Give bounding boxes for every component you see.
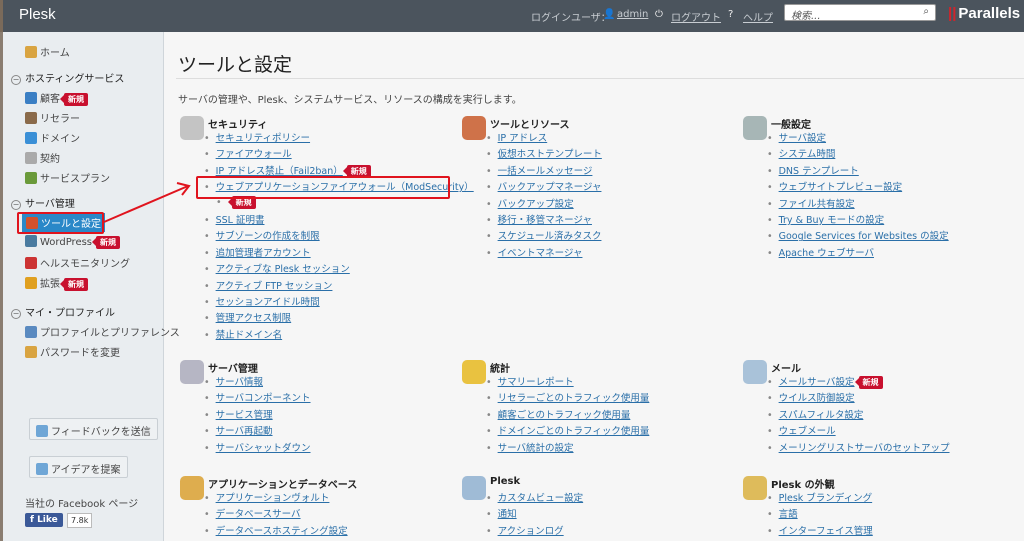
annotation-arrow	[103, 182, 191, 223]
